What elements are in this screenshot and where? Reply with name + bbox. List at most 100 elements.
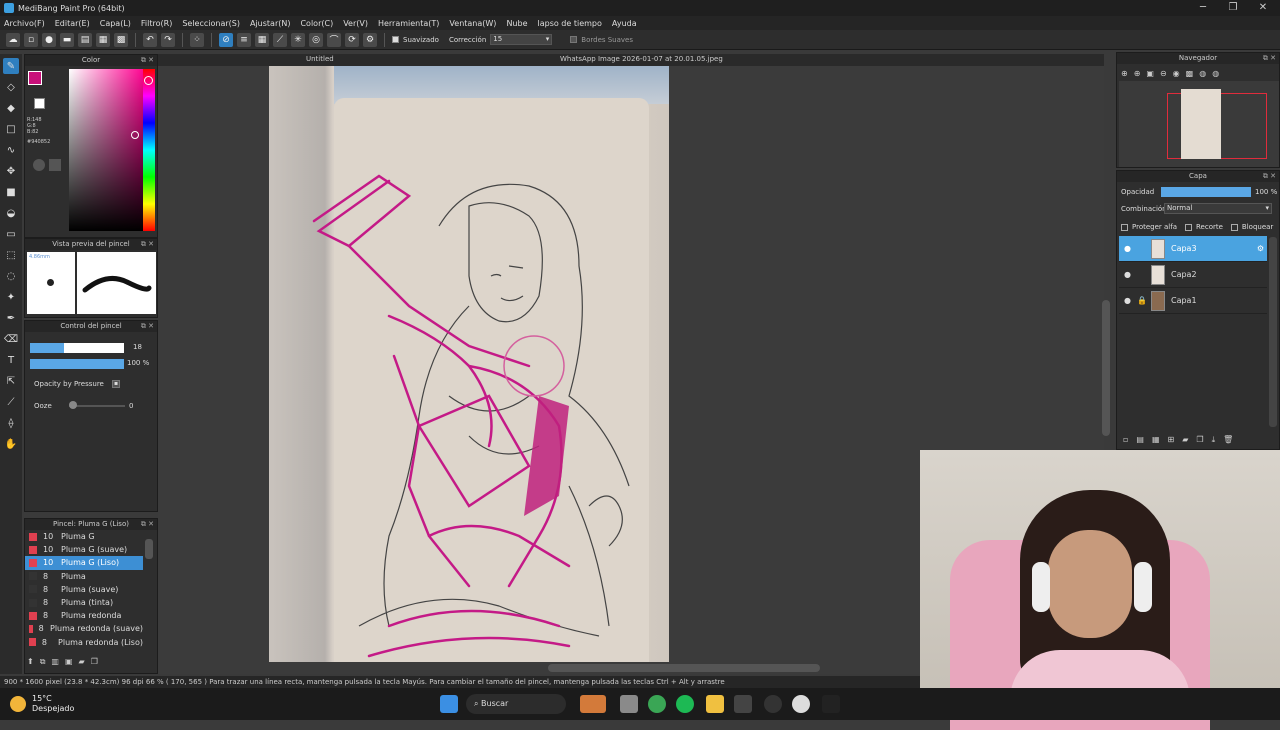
windows-start-icon[interactable]: [440, 695, 458, 713]
visibility-eye-icon[interactable]: ●: [1124, 270, 1131, 279]
delete-layer-icon[interactable]: 🗑: [1223, 435, 1233, 445]
add-brush-icon[interactable]: ⬆: [27, 657, 34, 667]
new-8bit-layer-icon[interactable]: ▦: [1152, 435, 1160, 445]
pen-tool-icon[interactable]: ✎: [3, 58, 19, 74]
brush-list-scrollbar[interactable]: [145, 539, 153, 559]
text-tool-icon[interactable]: T: [3, 352, 19, 368]
eraser-tool-icon[interactable]: ◇: [3, 79, 19, 95]
layer-row[interactable]: ● Capa3 ⚙: [1119, 236, 1267, 262]
brush-list-item[interactable]: 10 Pluma G: [25, 530, 143, 543]
menu-herramienta[interactable]: Herramienta(T): [378, 19, 439, 28]
divide-tool-icon[interactable]: ⟋: [3, 394, 19, 410]
bucket-tool-icon[interactable]: ◒: [3, 205, 19, 221]
menu-nube[interactable]: Nube: [506, 19, 527, 28]
menu-filtro[interactable]: Filtro(R): [141, 19, 172, 28]
visibility-eye-icon[interactable]: ●: [1124, 296, 1131, 305]
chat-icon[interactable]: ●: [42, 32, 56, 47]
brush-list-item[interactable]: 10 Pluma G (Liso): [25, 556, 143, 570]
menu-editar[interactable]: Editar(E): [55, 19, 90, 28]
brush-list-item[interactable]: 8 Pluma (suave): [25, 583, 143, 596]
color-wheel-icon[interactable]: [33, 159, 45, 171]
folder-icon[interactable]: ▰: [79, 657, 85, 667]
snap-grid-icon[interactable]: ▦: [255, 32, 269, 47]
saturation-picker[interactable]: [69, 69, 145, 231]
snap-off-icon[interactable]: ⊘: [219, 32, 233, 47]
zoom-out-icon[interactable]: ⊖: [1160, 69, 1167, 78]
menu-ajustar[interactable]: Ajustar(N): [250, 19, 291, 28]
soft-edges-checkbox[interactable]: [570, 36, 578, 43]
eyedropper-tool-icon[interactable]: ⟠: [3, 415, 19, 431]
file-explorer-icon[interactable]: [706, 695, 724, 713]
new-layer-icon[interactable]: ▫: [1123, 435, 1128, 445]
selection-icon[interactable]: ⁘: [190, 32, 204, 47]
chrome-icon[interactable]: [648, 695, 666, 713]
select-tool-icon[interactable]: ⬚: [3, 247, 19, 263]
panel-close-icon[interactable]: ⧉ ✕: [141, 519, 154, 530]
rotate-reset-icon[interactable]: ◉: [1173, 69, 1180, 78]
zoom-in-alt-icon[interactable]: ⊕: [1134, 69, 1141, 78]
layer-row[interactable]: ● 🔒 Capa1: [1119, 288, 1267, 314]
widget-banner-icon[interactable]: [580, 695, 606, 713]
menu-ayuda[interactable]: Ayuda: [612, 19, 637, 28]
horizontal-scrollbar[interactable]: [548, 664, 820, 672]
document-icon[interactable]: ▤: [78, 32, 92, 47]
brush-list-item[interactable]: 8 Pluma (tinta): [25, 596, 143, 609]
artwork-canvas[interactable]: [269, 66, 669, 662]
zoom-in-icon[interactable]: ⊕: [1121, 69, 1128, 78]
grid-icon[interactable]: ▩: [114, 32, 128, 47]
menu-ventana[interactable]: Ventana(W): [449, 19, 496, 28]
undo-icon[interactable]: ↶: [143, 32, 157, 47]
brush-list-item[interactable]: 8 Pluma redonda (Liso): [25, 636, 143, 649]
layer-lock-icon[interactable]: 🔒: [1137, 296, 1147, 305]
primary-color-swatch[interactable]: [28, 71, 42, 85]
brush-size-slider[interactable]: [30, 343, 124, 353]
brush-list-item[interactable]: 10 Pluma G (suave): [25, 543, 143, 556]
snap-settings-icon[interactable]: ⚙: [363, 32, 377, 47]
color-palette-icon[interactable]: [49, 159, 61, 171]
redo-icon[interactable]: ↷: [161, 32, 175, 47]
snap-radial-icon[interactable]: ✳: [291, 32, 305, 47]
smooth-checkbox[interactable]: [392, 36, 399, 43]
dot-tool-icon[interactable]: ◆: [3, 100, 19, 116]
task-view-icon[interactable]: [620, 695, 638, 713]
saturation-cursor[interactable]: [131, 131, 139, 139]
blend-mode-select[interactable]: Normal ▾: [1164, 203, 1272, 214]
snap-curve-icon[interactable]: ⌒: [327, 32, 341, 47]
visibility-eye-icon[interactable]: ●: [1124, 244, 1131, 253]
select-pen-tool-icon[interactable]: ✒: [3, 310, 19, 326]
brush-list-item[interactable]: 8 Pluma redonda (suave): [25, 622, 143, 635]
secondary-color-swatch[interactable]: [34, 98, 45, 109]
panel-close-icon[interactable]: ⧉ ✕: [1263, 171, 1276, 182]
close-button[interactable]: ✕: [1248, 0, 1278, 16]
hue-cursor[interactable]: [144, 76, 153, 85]
copy-brush-icon[interactable]: ▣: [65, 657, 73, 667]
lock-checkbox[interactable]: [1230, 223, 1238, 231]
hand-tool-icon[interactable]: ✋: [3, 436, 19, 452]
duplicate-layer-icon[interactable]: ❐: [1196, 435, 1203, 445]
ooze-slider-handle[interactable]: [69, 401, 77, 409]
document-tab[interactable]: Untitled: [306, 55, 334, 63]
spotify-icon[interactable]: [676, 695, 694, 713]
minimize-button[interactable]: ─: [1188, 0, 1218, 16]
new-halftone-layer-icon[interactable]: ▤: [1136, 435, 1144, 445]
layer-folder-icon[interactable]: ▰: [1182, 435, 1188, 445]
panel-close-icon[interactable]: ⧉ ✕: [141, 239, 154, 250]
taskbar-search[interactable]: ⌕ Buscar: [466, 694, 566, 714]
panel-close-icon[interactable]: ⧉ ✕: [141, 321, 154, 332]
layer-row[interactable]: ● Capa2: [1119, 262, 1267, 288]
material-icon[interactable]: ⧉: [40, 657, 46, 667]
menu-lapso[interactable]: lapso de tiempo: [538, 19, 602, 28]
add-layer-menu-icon[interactable]: ⊞: [1168, 435, 1175, 445]
snap-rotate-icon[interactable]: ⟳: [345, 32, 359, 47]
menu-seleccionar[interactable]: Seleccionar(S): [182, 19, 240, 28]
cloud-icon[interactable]: ☁: [6, 32, 20, 47]
navigator-preview[interactable]: [1119, 81, 1279, 167]
export-icon[interactable]: ▦: [96, 32, 110, 47]
vertical-scrollbar[interactable]: [1102, 300, 1110, 436]
brush-settings-icon[interactable]: ▥: [51, 657, 59, 667]
maximize-button[interactable]: ❐: [1218, 0, 1248, 16]
menu-ver[interactable]: Ver(V): [343, 19, 368, 28]
rotate-right-icon[interactable]: ◍: [1212, 69, 1219, 78]
obs-icon[interactable]: [764, 695, 782, 713]
menu-archivo[interactable]: Archivo(F): [4, 19, 45, 28]
